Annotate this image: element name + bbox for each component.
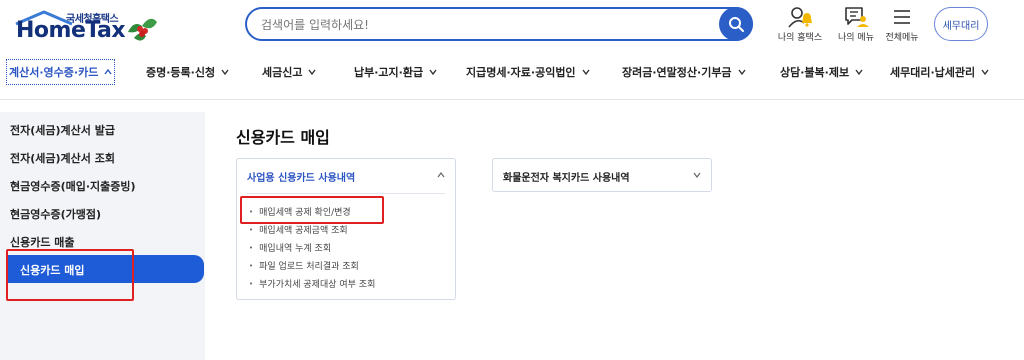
hamburger-icon: [894, 10, 910, 24]
gnb-item-statements[interactable]: 지급명세·자료·공익법인: [466, 64, 590, 80]
gnb-label: 장려금·연말정산·기부금: [622, 66, 732, 79]
page-title: 신용카드 매입: [236, 128, 330, 147]
card-business-credit-card: 사업용 신용카드 사용내역 매입세액 공제 확인/변경 매입세액 공제금액 조회…: [236, 158, 456, 300]
gnb-item-incentives[interactable]: 장려금·연말정산·기부금: [622, 64, 746, 80]
sidebar-item-e-invoice-issue[interactable]: 전자(세금)계산서 발급: [10, 122, 115, 138]
sidebar-item-cash-receipt-purchase[interactable]: 현금영수증(매입·지출증빙): [10, 178, 136, 194]
gnb-item-tax-filing[interactable]: 세금신고: [262, 64, 317, 80]
gnb-item-certificates[interactable]: 증명·등록·신청: [146, 64, 229, 80]
my-hometax-label: 나의 홈택스: [777, 33, 823, 43]
sidebar-item-credit-card-sales[interactable]: 신용카드 매출: [10, 234, 75, 250]
gnb-label: 상담·불복·제보: [780, 66, 850, 79]
gnb-item-tax-agent[interactable]: 세무대리·납세관리: [890, 64, 989, 80]
chevron-up-icon: [104, 68, 112, 75]
gnb-label: 증명·등록·신청: [146, 66, 216, 79]
link-deduction-amount[interactable]: 매입세액 공제금액 조회: [249, 223, 348, 236]
global-nav: 계산서·영수증·카드 증명·등록·신청 세금신고 납부·고지·환급 지급명세·자…: [0, 54, 1024, 100]
all-menu-button[interactable]: 전체메뉴: [872, 6, 932, 46]
search-icon: [729, 17, 744, 32]
highlight-box: [6, 249, 134, 301]
gnb-label: 납부·고지·환급: [354, 66, 424, 79]
chevron-down-icon: [738, 69, 746, 76]
card-title[interactable]: 사업용 신용카드 사용내역: [247, 169, 355, 184]
chevron-down-icon: [308, 69, 317, 76]
card-title[interactable]: 화물운전자 복지카드 사용내역: [503, 169, 630, 184]
all-menu-label: 전체메뉴: [885, 33, 919, 43]
chevron-down-icon: [582, 69, 590, 76]
gnb-label: 세무대리·납세관리: [890, 66, 976, 79]
gnb-label: 지급명세·자료·공익법인: [466, 66, 576, 79]
link-upload-result[interactable]: 파일 업로드 처리결과 조회: [249, 259, 359, 272]
sidebar-item-cash-receipt-merchant[interactable]: 현금영수증(가맹점): [10, 206, 101, 222]
search-button[interactable]: [719, 7, 753, 41]
my-hometax-button[interactable]: 나의 홈택스: [770, 6, 830, 46]
chevron-down-icon: [221, 69, 229, 76]
chevron-down-icon: [981, 69, 989, 76]
header: 국세청홈택스 HomeTax 나의 홈택스: [0, 0, 1024, 50]
menu-user-icon: [845, 7, 869, 27]
gnb-label: 계산서·영수증·카드: [9, 66, 99, 79]
highlight-box: [240, 196, 384, 224]
sidebar-item-e-invoice-lookup[interactable]: 전자(세금)계산서 조회: [10, 150, 115, 166]
logo-title: HomeTax: [16, 18, 126, 43]
search-input[interactable]: [261, 15, 701, 35]
user-bell-icon: [788, 7, 812, 28]
card-divider: [247, 193, 445, 194]
chevron-up-icon[interactable]: [437, 171, 445, 179]
search-bar: [245, 7, 753, 41]
chevron-down-icon: [855, 69, 863, 76]
gnb-label: 세금신고: [262, 66, 303, 79]
card-freight-welfare-card[interactable]: 화물운전자 복지카드 사용내역: [492, 158, 712, 192]
chevron-down-icon: [429, 69, 437, 76]
hometax-logo[interactable]: 국세청홈택스 HomeTax: [8, 4, 158, 48]
gnb-item-payment[interactable]: 납부·고지·환급: [354, 64, 437, 80]
tax-agent-button[interactable]: 세무대리: [934, 7, 988, 41]
gnb-item-receipts-cards[interactable]: 계산서·영수증·카드: [6, 59, 116, 85]
gnb-item-consulting[interactable]: 상담·불복·제보: [780, 64, 863, 80]
link-purchase-cumulative[interactable]: 매입내역 누계 조회: [249, 241, 331, 254]
chevron-down-icon[interactable]: [693, 171, 701, 179]
sidebar: 전자(세금)계산서 발급 전자(세금)계산서 조회 현금영수증(매입·지출증빙)…: [0, 112, 205, 360]
holly-icon: [128, 18, 157, 41]
link-vat-eligibility[interactable]: 부가가치세 공제대상 여부 조회: [249, 277, 375, 290]
